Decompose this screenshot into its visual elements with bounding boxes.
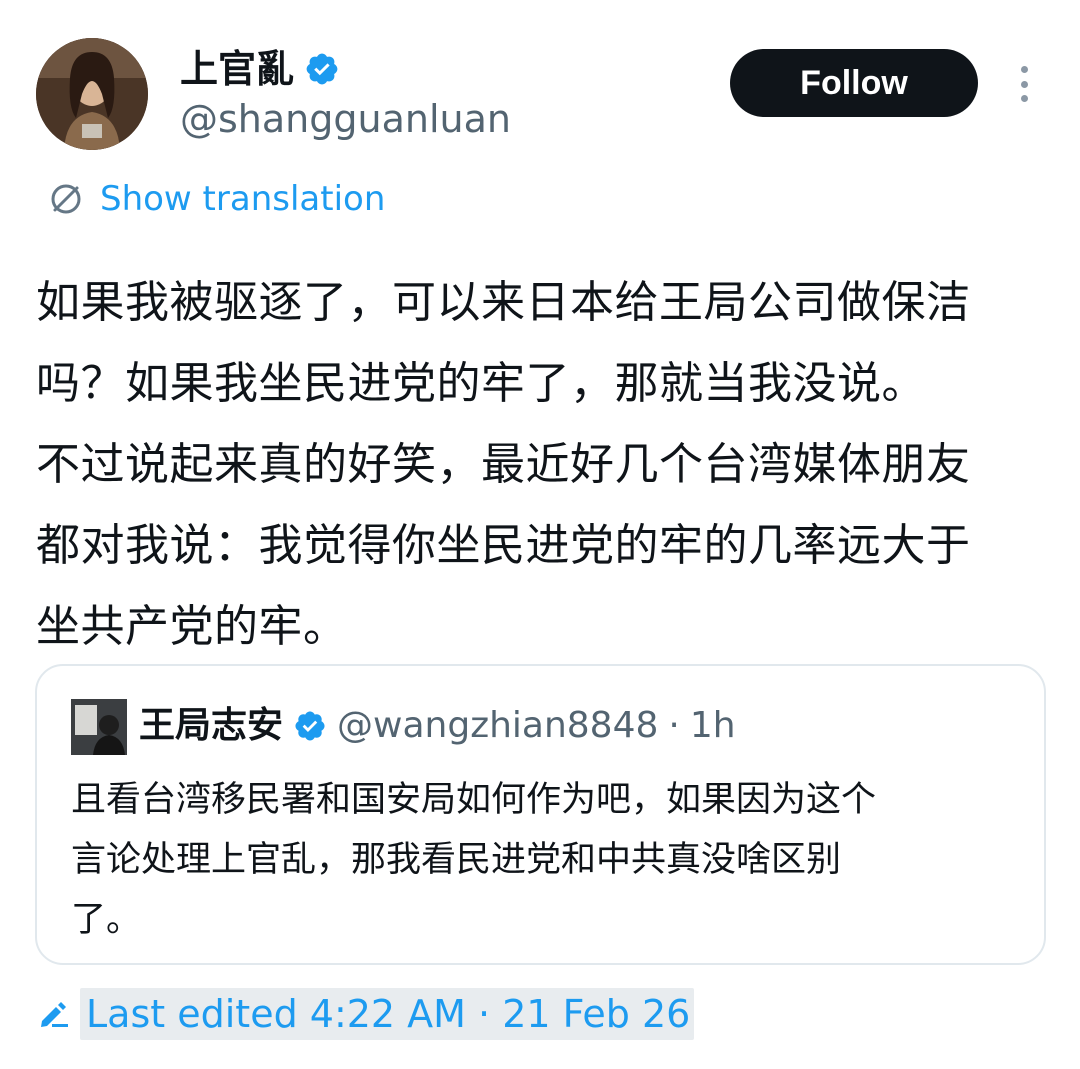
tweet-page: 上官亂 @shangguanluan Follow Show translati…: [0, 0, 1080, 1069]
quote-header: 王局志安 @wangzhian8848 · 1h: [139, 700, 736, 752]
avatar[interactable]: [36, 38, 148, 150]
quote-separator: ·: [668, 705, 680, 746]
globe-translate-icon: [51, 184, 81, 214]
quote-display-name[interactable]: 王局志安: [139, 700, 283, 752]
verified-badge-icon: [295, 711, 325, 741]
follow-button[interactable]: Follow: [730, 49, 978, 117]
quote-timestamp[interactable]: 1h: [690, 700, 736, 752]
show-translation-label[interactable]: Show translation: [100, 177, 385, 221]
edit-pencil-icon: [41, 1002, 68, 1027]
more-dot: [1020, 80, 1028, 88]
quoted-tweet-card[interactable]: 王局志安 @wangzhian8848 · 1h 且看台湾移民署和国安局如何作为…: [35, 664, 1046, 965]
author-handle[interactable]: @shangguanluan: [180, 94, 511, 144]
more-dot: [1020, 95, 1028, 102]
author-name-row[interactable]: 上官亂: [180, 44, 340, 94]
author-display-name[interactable]: 上官亂: [180, 44, 294, 94]
quote-handle[interactable]: @wangzhian8848: [337, 700, 658, 752]
quote-avatar[interactable]: [71, 699, 127, 755]
more-options-icon[interactable]: [1006, 62, 1042, 106]
last-edited-link[interactable]: Last edited 4:22 AM · 21 Feb 26: [36, 988, 695, 1040]
more-dot: [1020, 66, 1028, 73]
tweet-body-text: 如果我被驱逐了，可以来日本给王局公司做保洁 吗？如果我坐民进党的牢了，那就当我没…: [36, 277, 971, 652]
show-translation-link[interactable]: Show translation: [46, 177, 385, 221]
verified-badge-icon: [306, 53, 338, 85]
last-edited-label[interactable]: Last edited 4:22 AM · 21 Feb 26: [80, 988, 695, 1040]
quote-body-text: 且看台湾移民署和国安局如何作为吧，如果因为这个 言论处理上官乱，那我看民进党和中…: [71, 780, 877, 940]
